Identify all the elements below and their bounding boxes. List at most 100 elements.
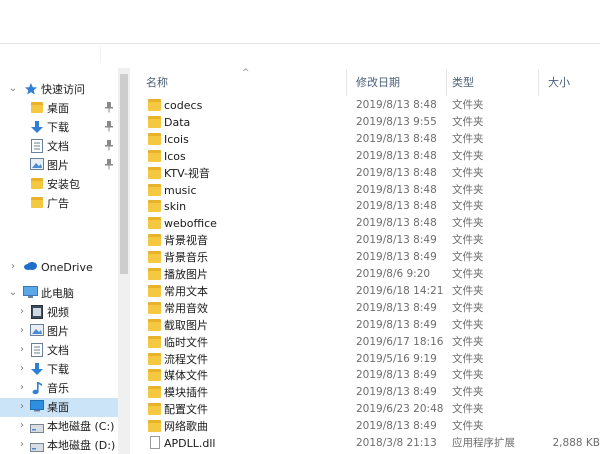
address-bar-area [0, 44, 600, 64]
chevron-right-icon[interactable]: › [8, 261, 18, 273]
file-name: 配置文件 [164, 403, 208, 417]
folder-icon [148, 369, 161, 382]
file-type: 文件夹 [452, 115, 484, 128]
nav-item-drive-d[interactable]: › 本地磁盘 (D:) [0, 436, 118, 454]
folder-icon [31, 197, 43, 208]
file-name: 播放图片 [164, 268, 208, 281]
folder-row[interactable]: 流程文件 2019/5/16 9:19 文件夹 [136, 351, 600, 368]
desktop-icon [30, 400, 44, 414]
nav-item-installers[interactable]: 安装包 [0, 175, 118, 194]
folder-row[interactable]: 常用文本 2019/6/18 14:21 文件夹 [136, 283, 600, 300]
file-size: 2,888 KB [552, 437, 600, 449]
file-modified: 2019/8/13 8:48 [356, 132, 437, 145]
file-type: 文件夹 [452, 217, 484, 230]
address-bar[interactable] [100, 46, 600, 62]
nav-item-pictures-pinned[interactable]: 图片 [0, 156, 118, 175]
nav-item-downloads[interactable]: › 下载 [0, 360, 118, 379]
file-name: music [164, 183, 197, 197]
pin-icon[interactable] [105, 121, 113, 133]
nav-onedrive[interactable]: › OneDrive [0, 258, 118, 277]
chevron-right-icon[interactable]: › [17, 439, 27, 451]
nav-label-quick-access: 快速访问 [41, 83, 85, 96]
folder-row[interactable]: 背景音乐 2019/8/13 8:49 文件夹 [136, 249, 600, 266]
folder-row[interactable]: weboffice 2019/8/13 8:48 文件夹 [136, 215, 600, 232]
nav-item-pictures[interactable]: › 图片 [0, 322, 118, 341]
nav-item-desktop[interactable]: › 桌面 [0, 398, 118, 417]
chevron-right-icon[interactable]: › [17, 401, 27, 413]
pin-icon[interactable] [105, 159, 113, 171]
folder-row[interactable]: 临时文件 2019/6/17 18:16 文件夹 [136, 334, 600, 351]
file-modified: 2019/8/13 9:55 [356, 115, 437, 128]
chevron-down-icon[interactable]: ⌄ [8, 83, 18, 95]
folder-row[interactable]: 截取图片 2019/8/13 8:49 文件夹 [136, 317, 600, 334]
nav-item-documents-pinned[interactable]: 文档 [0, 137, 118, 156]
folder-icon [148, 420, 161, 433]
chevron-right-icon[interactable]: › [17, 420, 27, 432]
chevron-right-icon[interactable]: › [17, 325, 27, 337]
nav-label-this-pc: 此电脑 [41, 287, 74, 300]
folder-row[interactable]: music 2019/8/13 8:48 文件夹 [136, 182, 600, 199]
file-type: 文件夹 [452, 386, 484, 399]
folder-row[interactable]: Icos 2019/8/13 8:48 文件夹 [136, 148, 600, 165]
nav-item-desktop-pinned[interactable]: 桌面 [0, 99, 118, 118]
file-name: Icos [164, 149, 186, 163]
file-list: ^ 名称 修改日期 类型 大小 codecs 2019/8/13 8:48 文件夹 D… [136, 68, 600, 454]
folder-row[interactable]: 播放图片 2019/8/6 9:20 文件夹 [136, 266, 600, 283]
file-modified: 2019/8/13 8:49 [356, 234, 437, 247]
file-modified: 2019/6/17 18:16 [356, 335, 444, 348]
nav-quick-access[interactable]: ⌄ 快速访问 [0, 80, 118, 99]
column-header-name[interactable]: 名称 [136, 68, 344, 98]
file-type: 文件夹 [452, 403, 484, 416]
ribbon-area [0, 0, 600, 44]
chevron-right-icon[interactable]: › [17, 363, 27, 375]
chevron-right-icon[interactable]: › [17, 344, 27, 356]
scrollbar-thumb[interactable] [120, 74, 128, 274]
nav-label: 下载 [47, 121, 69, 134]
nav-item-videos[interactable]: › 视频 [0, 303, 118, 322]
folder-row[interactable]: Data 2019/8/13 9:55 文件夹 [136, 114, 600, 131]
folder-icon [148, 115, 161, 128]
column-header-type[interactable]: 类型 [442, 68, 538, 98]
folder-row[interactable]: KTV-视音 2019/8/13 8:48 文件夹 [136, 165, 600, 182]
file-type: 文件夹 [452, 420, 484, 433]
nav-item-ads[interactable]: 广告 [0, 194, 118, 213]
file-name: 常用音效 [164, 301, 208, 315]
folder-row[interactable]: 媒体文件 2019/8/13 8:49 文件夹 [136, 367, 600, 384]
folder-row[interactable]: 模块插件 2019/8/13 8:49 文件夹 [136, 384, 600, 401]
folder-icon [148, 268, 161, 280]
column-header-modified[interactable]: 修改日期 [346, 68, 442, 98]
download-arrow-icon [30, 362, 44, 376]
nav-this-pc[interactable]: ⌄ 此电脑 [0, 284, 118, 303]
nav-item-music[interactable]: › 音乐 [0, 379, 118, 398]
nav-item-downloads-pinned[interactable]: 下载 [0, 118, 118, 137]
file-modified: 2019/6/23 20:48 [356, 403, 444, 416]
file-type: 文件夹 [452, 284, 484, 297]
folder-row[interactable]: 背景视音 2019/8/13 8:49 文件夹 [136, 232, 600, 249]
folder-row[interactable]: codecs 2019/8/13 8:48 文件夹 [136, 97, 600, 114]
folder-row[interactable]: skin 2019/8/13 8:48 文件夹 [136, 198, 600, 215]
folder-row[interactable]: 常用音效 2019/8/13 8:49 文件夹 [136, 300, 600, 317]
folder-icon [148, 251, 161, 264]
folder-row[interactable]: 网络歌曲 2019/8/13 8:49 文件夹 [136, 418, 600, 435]
nav-item-drive-c[interactable]: › 本地磁盘 (C:) [0, 417, 118, 436]
column-header-size[interactable]: 大小 [538, 68, 600, 98]
file-modified: 2019/8/13 8:49 [356, 251, 437, 264]
file-name: 常用文本 [164, 284, 208, 298]
folder-row[interactable]: Icois 2019/8/13 8:48 文件夹 [136, 131, 600, 148]
nav-item-documents[interactable]: › 文档 [0, 341, 118, 360]
file-name: 临时文件 [164, 335, 208, 349]
file-type: 文件夹 [452, 234, 484, 247]
nav-label: 安装包 [47, 178, 80, 191]
chevron-right-icon[interactable]: › [17, 382, 27, 394]
folder-icon [148, 200, 161, 213]
file-row[interactable]: APDLL.dll 2018/3/8 21:13 应用程序扩展 2,888 KB [136, 435, 600, 452]
pin-icon[interactable] [105, 102, 113, 114]
pin-icon[interactable] [105, 140, 113, 152]
nav-label: 视频 [47, 306, 69, 319]
sidebar-scrollbar[interactable] [118, 68, 130, 454]
chevron-down-icon[interactable]: ⌄ [8, 287, 18, 299]
folder-row[interactable]: 配置文件 2019/6/23 20:48 文件夹 [136, 401, 600, 418]
chevron-right-icon[interactable]: › [17, 306, 27, 318]
folder-icon [148, 99, 161, 111]
file-modified: 2019/8/13 8:49 [356, 420, 437, 433]
